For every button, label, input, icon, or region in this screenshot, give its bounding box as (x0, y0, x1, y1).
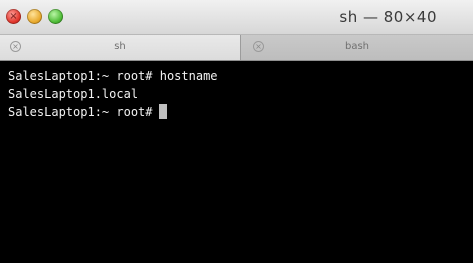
window-title: sh — 80×40 (339, 8, 437, 26)
tab-label: sh (114, 41, 126, 52)
tab-label: bash (344, 41, 370, 52)
title-bar[interactable]: × sh — 80×40 (0, 0, 473, 35)
tab-sh[interactable]: × sh (0, 35, 241, 60)
close-icon: × (9, 11, 18, 22)
zoom-window-button[interactable] (48, 9, 63, 24)
terminal-line: SalesLaptop1.local (8, 85, 473, 103)
terminal-window: × sh — 80×40 × sh × bash SalesLaptop1:~ … (0, 0, 473, 263)
text-cursor (158, 104, 167, 119)
close-window-button[interactable]: × (6, 9, 21, 24)
shell-prompt: SalesLaptop1:~ root# (8, 69, 153, 83)
command-text: hostname (159, 69, 218, 83)
minimize-window-button[interactable] (27, 9, 42, 24)
command-output: SalesLaptop1.local (8, 87, 139, 101)
terminal-line: SalesLaptop1:~ root# (8, 103, 473, 121)
terminal-output[interactable]: SalesLaptop1:~ root# hostname SalesLapto… (0, 61, 473, 263)
tab-bash[interactable]: × bash (241, 35, 473, 60)
shell-prompt: SalesLaptop1:~ root# (8, 105, 153, 119)
tab-bar: × sh × bash (0, 35, 473, 61)
terminal-line: SalesLaptop1:~ root# hostname (8, 67, 473, 85)
